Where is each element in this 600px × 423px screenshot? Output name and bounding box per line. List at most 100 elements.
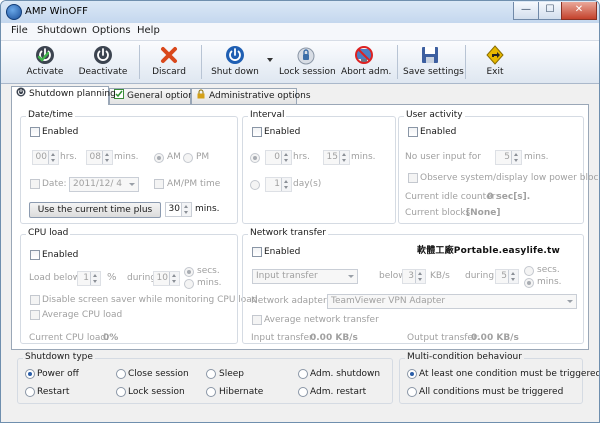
network-adapter-value: TeamViewer VPN Adapter	[331, 296, 446, 306]
spinner-arrows-icon[interactable]	[511, 151, 521, 164]
tab-shutdown-planning[interactable]: Shutdown planning	[11, 86, 116, 105]
datetime-hours-spinner[interactable]: 00	[32, 150, 59, 165]
spinner-arrows-icon[interactable]	[508, 270, 518, 283]
adm-restart-radio[interactable]	[298, 387, 308, 397]
shutdown-icon	[226, 46, 244, 64]
spinner-arrows-icon[interactable]	[90, 272, 100, 285]
interval-time-radio[interactable]	[250, 153, 260, 163]
exit-button[interactable]: Exit	[477, 43, 513, 81]
user-activity-enabled-checkbox[interactable]	[408, 127, 418, 137]
shutdown-planning-panel: Date/time Enabled 00 hrs. 08 mins. AM PM…	[11, 104, 599, 350]
at-least-one-radio[interactable]	[407, 369, 417, 379]
spinner-arrows-icon[interactable]	[169, 272, 179, 285]
average-network-label: Average network transfer	[264, 315, 379, 325]
tab-label: Shutdown planning	[29, 89, 116, 99]
cpu-during-spinner[interactable]: 10	[153, 271, 180, 286]
cpu-mins-radio[interactable]	[184, 279, 194, 289]
all-conditions-radio[interactable]	[407, 387, 417, 397]
below-spinner[interactable]: 3	[402, 269, 426, 284]
interval-days-radio[interactable]	[250, 180, 260, 190]
network-enabled-label: Enabled	[264, 247, 301, 257]
no-input-spinner[interactable]: 5	[495, 150, 522, 165]
date-picker[interactable]: 2011/12/ 4	[69, 177, 139, 192]
network-during-spinner[interactable]: 5	[495, 269, 519, 284]
toolbar-divider	[139, 45, 140, 79]
transfer-type-select[interactable]: Input transfer	[252, 269, 358, 284]
network-mins-radio[interactable]	[524, 278, 534, 288]
discard-button[interactable]: Discard	[147, 43, 191, 81]
adm-restart-label: Adm. restart	[310, 387, 367, 397]
spinner-value: 5	[504, 152, 510, 162]
chevron-down-icon[interactable]	[348, 275, 354, 278]
interval-hours-spinner[interactable]: 0	[265, 150, 292, 165]
interval-days-spinner[interactable]: 1	[265, 177, 292, 192]
observe-low-power-checkbox[interactable]	[408, 173, 418, 183]
maximize-button[interactable]: ☐	[538, 2, 562, 20]
lock-session-option-label: Lock session	[128, 387, 185, 397]
activate-button[interactable]: Activate	[17, 43, 73, 81]
at-least-one-label: At least one condition must be triggered	[419, 369, 600, 379]
date-checkbox[interactable]	[30, 179, 40, 189]
sleep-radio[interactable]	[206, 369, 216, 379]
spinner-arrows-icon[interactable]	[102, 151, 112, 164]
average-cpu-checkbox[interactable]	[30, 310, 40, 320]
chevron-down-icon[interactable]	[567, 300, 573, 303]
interval-enabled-checkbox[interactable]	[252, 127, 262, 137]
chevron-down-icon[interactable]	[267, 58, 273, 62]
hibernate-radio[interactable]	[206, 387, 216, 397]
datetime-enabled-checkbox[interactable]	[30, 127, 40, 137]
menu-options[interactable]: Options	[92, 25, 131, 36]
shut-down-button[interactable]: Shut down	[209, 43, 261, 81]
save-settings-button[interactable]: Save settings	[403, 43, 464, 81]
lock-session-radio[interactable]	[116, 387, 126, 397]
network-adapter-select[interactable]: TeamViewer VPN Adapter	[327, 294, 577, 309]
plus-minutes-spinner[interactable]: 30	[165, 202, 192, 217]
input-transfer-label: Input transfer:	[251, 333, 316, 343]
interval-minutes-spinner[interactable]: 15	[323, 150, 350, 165]
tab-general-options[interactable]: General options	[109, 88, 198, 104]
spinner-arrows-icon[interactable]	[48, 151, 58, 164]
current-blocks-label: Current blocks:	[405, 208, 474, 218]
datetime-minutes-spinner[interactable]: 08	[86, 150, 113, 165]
current-cpu-label: Current CPU load:	[29, 333, 110, 343]
load-below-spinner[interactable]: 1	[77, 271, 101, 286]
chevron-down-icon[interactable]	[129, 183, 135, 186]
current-blocks-value: [None]	[466, 208, 501, 218]
cpu-mins-label: mins.	[197, 278, 222, 288]
cpu-secs-radio[interactable]	[184, 267, 194, 277]
pm-radio[interactable]	[183, 153, 193, 163]
cpu-enabled-checkbox[interactable]	[30, 250, 40, 260]
restart-radio[interactable]	[25, 387, 35, 397]
power-off-radio[interactable]	[25, 369, 35, 379]
spinner-arrows-icon[interactable]	[281, 151, 291, 164]
power-check-icon	[36, 46, 54, 64]
output-transfer-value: 0.00 KB/s	[471, 333, 519, 343]
spinner-arrows-icon[interactable]	[339, 151, 349, 164]
spinner-arrows-icon[interactable]	[415, 270, 425, 283]
menu-shutdown[interactable]: Shutdown	[37, 25, 87, 36]
ampm-time-checkbox[interactable]	[154, 179, 164, 189]
deactivate-button[interactable]: Deactivate	[77, 43, 129, 81]
close-session-radio[interactable]	[116, 369, 126, 379]
spinner-arrows-icon[interactable]	[281, 178, 291, 191]
watermark: 軟體工廠Portable.easylife.tw	[417, 246, 561, 256]
tab-administrative-options[interactable]: Administrative options	[191, 88, 311, 104]
network-secs-radio[interactable]	[524, 266, 534, 276]
adm-shutdown-radio[interactable]	[298, 369, 308, 379]
exit-icon	[486, 45, 504, 65]
lock-session-button[interactable]: Lock session	[279, 43, 336, 81]
average-network-checkbox[interactable]	[252, 315, 262, 325]
abort-adm-button[interactable]: Abort adm.	[341, 43, 391, 81]
shutdown-type-group: Shutdown type Power off Close session Sl…	[17, 352, 393, 404]
am-radio[interactable]	[154, 153, 164, 163]
menu-file[interactable]: File	[11, 25, 28, 36]
menu-help[interactable]: Help	[137, 25, 160, 36]
observe-low-power-label: Observe system/display low power blocks	[420, 173, 600, 183]
disable-screensaver-checkbox[interactable]	[30, 295, 40, 305]
spinner-arrows-icon[interactable]	[181, 203, 191, 216]
use-current-time-button[interactable]: Use the current time plus	[29, 202, 161, 218]
close-button[interactable]: ✕	[561, 2, 597, 20]
app-power-icon	[6, 4, 22, 20]
minimize-button[interactable]: —	[513, 2, 539, 20]
network-enabled-checkbox[interactable]	[252, 247, 262, 257]
